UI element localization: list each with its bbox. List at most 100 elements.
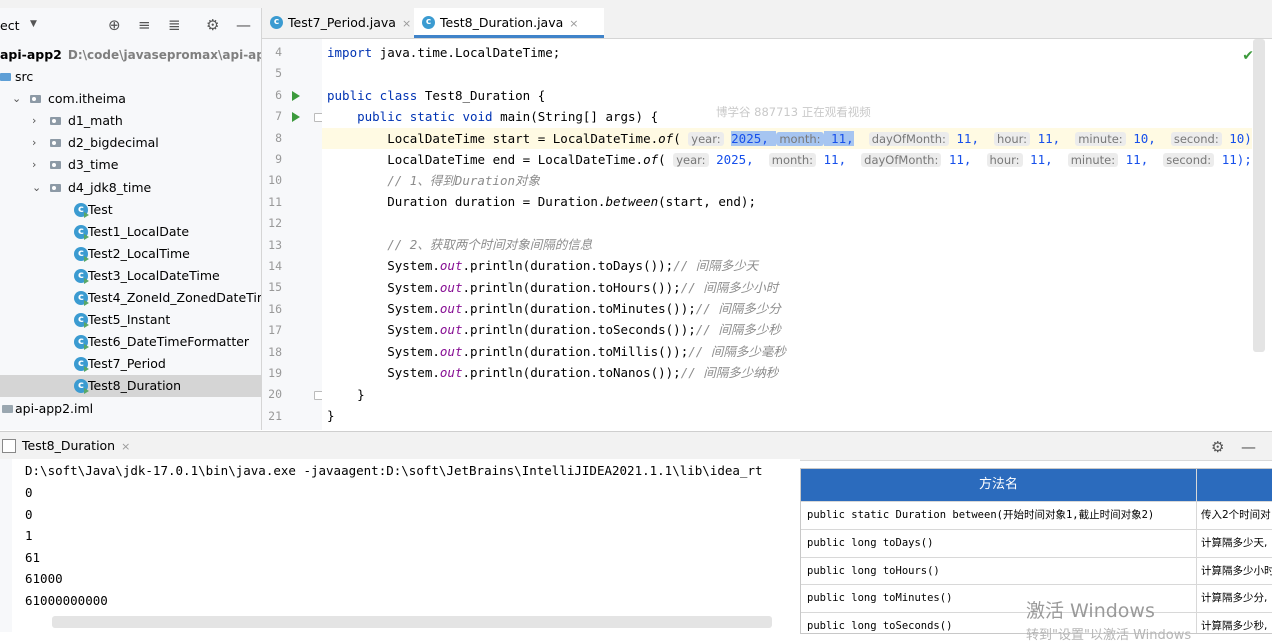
line-number: 8 — [275, 130, 282, 145]
console-output-line: 0 — [25, 485, 33, 500]
package-icon — [50, 183, 61, 192]
console-output-line: 61 — [25, 549, 41, 565]
package-icon — [50, 117, 61, 126]
expand-all-icon[interactable]: ≡ — [138, 16, 151, 34]
line-number: 7 — [275, 109, 282, 124]
tree-item-label: com.itheima — [48, 91, 126, 107]
line-number: 21 — [268, 408, 282, 423]
tree-item[interactable]: c Test1_LocalDate — [0, 221, 261, 243]
activate-windows-notice: 激活 Windows — [1026, 600, 1155, 622]
line-number: 19 — [268, 366, 282, 380]
console-icon — [2, 439, 16, 453]
line-number: 4 — [275, 45, 282, 59]
editor-vertical-scrollbar[interactable] — [1253, 39, 1265, 352]
tree-item-label: Test1_LocalDate — [88, 223, 190, 239]
tree-item[interactable]: c Test2_LocalTime — [0, 243, 261, 265]
tree-item[interactable]: c Test6_DateTimeFormatter — [0, 331, 261, 353]
chevron-icon[interactable]: › — [32, 110, 36, 132]
locate-icon[interactable]: ⊕ — [108, 16, 121, 34]
tree-item[interactable]: c Test7_Period — [0, 353, 261, 375]
tree-item[interactable]: c Test4_ZoneId_ZonedDateTim — [0, 287, 261, 309]
code-line-14: System.out.println(duration.toDays());//… — [327, 258, 759, 273]
code-line-4: import java.time.LocalDateTime; — [327, 45, 561, 60]
minimize-icon[interactable]: — — [1241, 438, 1256, 456]
console-command-line: D:\soft\Java\jdk-17.0.1\bin\java.exe -ja… — [25, 463, 763, 478]
line-number: 11 — [268, 194, 282, 209]
console-output-line: 61000 — [25, 571, 63, 586]
code-line-19: System.out.println(duration.toNanos());/… — [327, 365, 779, 380]
console-output-line: 1 — [25, 528, 33, 543]
chevron-down-icon[interactable]: ▼ — [30, 19, 37, 29]
console-output-line: 61000000000 — [25, 592, 108, 608]
table-cell-description: 传入2个时间对 — [1201, 509, 1271, 521]
tree-item[interactable]: ⌄ com.itheima — [0, 88, 261, 110]
tree-item[interactable]: src — [0, 66, 261, 88]
table-row: public long toDays() 计算隔多少天, — [801, 528, 1272, 557]
run-console[interactable]: D:\soft\Java\jdk-17.0.1\bin\java.exe -ja… — [0, 459, 800, 632]
collapse-all-icon[interactable]: ≣ — [168, 16, 181, 34]
table-header-method: 方法名 — [801, 469, 1196, 501]
chevron-icon[interactable]: › — [32, 132, 36, 154]
tab-test7-period[interactable]: c Test7_Period.java × — [262, 8, 432, 38]
tree-item[interactable]: c Test8_Duration — [0, 375, 261, 398]
table-cell-method: public long toHours() — [807, 564, 940, 577]
gear-icon[interactable]: ⚙ — [1211, 438, 1224, 456]
package-icon — [50, 161, 61, 170]
tree-item-label: src — [15, 69, 34, 84]
package-icon — [30, 95, 41, 104]
tree-item[interactable]: api-app2.iml — [0, 398, 261, 420]
line-number: 15 — [268, 280, 282, 295]
tree-root[interactable]: api-app2 D:\code\javasepromax\api-app2 — [0, 44, 261, 66]
tree-item[interactable]: c Test3_LocalDateTime — [0, 265, 261, 287]
code-line-21: } — [327, 408, 335, 423]
code-line-7: public static void main(String[] args) { — [327, 109, 659, 124]
line-number: 10 — [268, 173, 282, 188]
folder-icon — [0, 73, 11, 81]
tab-test8-duration[interactable]: c Test8_Duration.java × — [414, 8, 604, 38]
tree-item-label: Test4_ZoneId_ZonedDateTim — [88, 290, 262, 305]
tree-item[interactable]: › d1_math — [0, 110, 261, 132]
class-icon: c — [74, 335, 89, 351]
tree-item[interactable]: › d3_time — [0, 154, 261, 176]
close-icon[interactable]: × — [402, 17, 411, 30]
run-gutter-icon[interactable] — [292, 90, 300, 101]
project-panel-title[interactable]: ect — [0, 18, 19, 33]
tree-item[interactable]: ⌄ d4_jdk8_time — [0, 177, 261, 199]
table-column-divider — [1196, 469, 1197, 633]
tree-item-label: Test6_DateTimeFormatter — [88, 334, 250, 350]
class-icon: c — [74, 291, 89, 306]
minimize-icon[interactable]: — — [236, 16, 251, 34]
module-file-icon — [2, 404, 13, 413]
gear-icon[interactable]: ⚙ — [206, 16, 219, 34]
console-horizontal-scrollbar[interactable] — [52, 616, 772, 628]
tree-item[interactable]: › d2_bigdecimal — [0, 132, 261, 154]
video-watermark: 博学谷 887713 正在观看视频 — [716, 105, 871, 119]
close-icon[interactable]: × — [121, 440, 130, 453]
tree-item-label: d2_bigdecimal — [68, 135, 159, 151]
tree-item-label: Test3_LocalDateTime — [88, 267, 220, 283]
class-icon: c — [74, 202, 89, 218]
line-number: 17 — [268, 323, 282, 338]
class-icon: c — [74, 246, 89, 262]
tree-item-label: d3_time — [68, 157, 119, 173]
close-icon[interactable]: × — [569, 17, 578, 30]
console-output-line: 0 — [25, 506, 33, 522]
code-line-10: // 1、得到Duration对象 — [327, 173, 541, 188]
table-cell-description: 计算隔多少秒, — [1201, 620, 1268, 633]
code-editor[interactable]: import java.time.LocalDateTime; public c… — [322, 39, 1252, 430]
tree-item-label: api-app2.iml — [15, 400, 94, 416]
run-tab-test8-duration[interactable]: Test8_Duration × — [0, 432, 130, 460]
project-panel-header: ect ▼ ⊕ ≡ ≣ ⚙ — — [0, 8, 261, 44]
chevron-icon[interactable]: › — [32, 154, 36, 176]
chevron-icon[interactable]: ⌄ — [32, 177, 41, 199]
tree-item-label: d1_math — [68, 113, 123, 129]
line-number: 13 — [268, 237, 282, 252]
table-cell-method: public static Duration between(开始时间对象1,截… — [807, 509, 1155, 521]
chevron-icon[interactable]: ⌄ — [12, 88, 21, 110]
table-header-description — [1197, 469, 1272, 501]
table-cell-method: public long toDays() — [807, 536, 934, 549]
tree-item[interactable]: c Test5_Instant — [0, 309, 261, 331]
line-number: 16 — [268, 301, 282, 316]
tree-item[interactable]: c Test — [0, 199, 261, 221]
run-gutter-icon[interactable] — [292, 112, 300, 123]
